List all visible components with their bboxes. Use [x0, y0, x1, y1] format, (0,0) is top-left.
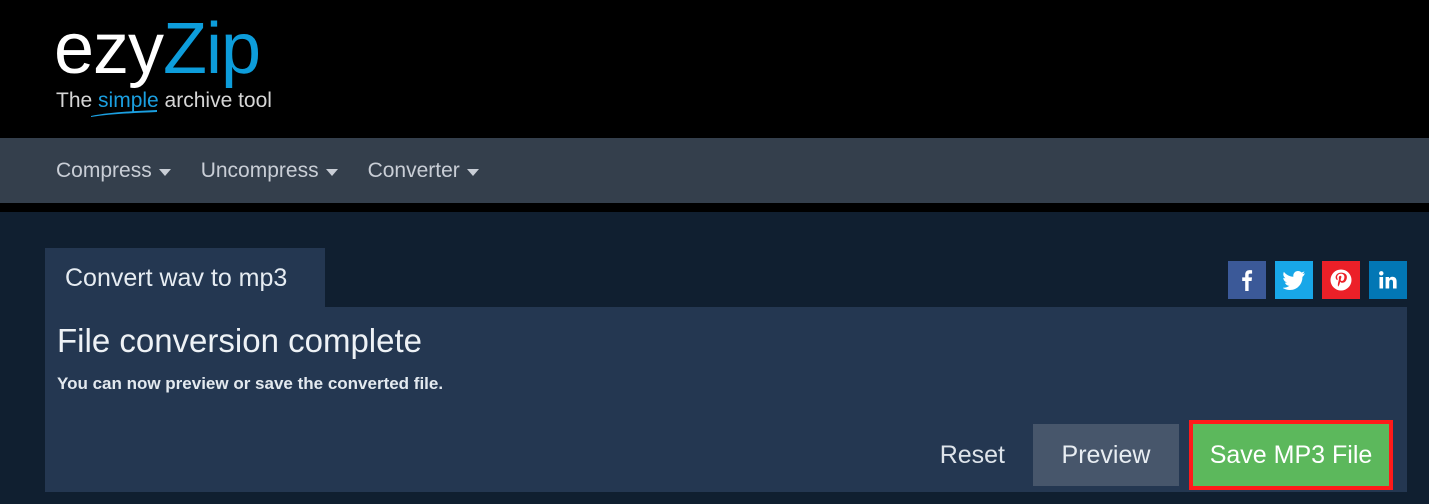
- conversion-tab[interactable]: Convert wav to mp3: [45, 248, 325, 308]
- nav-item-label: Uncompress: [200, 158, 319, 182]
- logo-text-primary: ezy: [54, 9, 164, 89]
- nav-item-uncompress[interactable]: Uncompress: [199, 155, 340, 187]
- nav-item-label: Converter: [367, 158, 460, 182]
- social-share-bar: [1228, 261, 1407, 299]
- twitter-icon: [1283, 270, 1305, 290]
- preview-button[interactable]: Preview: [1033, 424, 1179, 486]
- page-title: File conversion complete: [57, 322, 422, 359]
- navbar-divider: [0, 203, 1429, 212]
- pinterest-icon: [1330, 269, 1352, 291]
- tagline-underline-swoosh: [90, 110, 158, 117]
- nav-item-converter[interactable]: Converter: [366, 155, 481, 187]
- share-twitter-button[interactable]: [1275, 261, 1313, 299]
- tagline-highlight: simple: [98, 89, 159, 112]
- linkedin-icon: [1379, 271, 1397, 289]
- tagline-before: The: [56, 89, 99, 112]
- main-navbar: Compress Uncompress Converter: [0, 138, 1429, 203]
- nav-item-label: Compress: [56, 158, 152, 182]
- save-button-highlight: Save MP3 File: [1189, 420, 1393, 490]
- nav-item-compress[interactable]: Compress: [54, 155, 173, 187]
- site-logo[interactable]: ezyZip: [54, 9, 261, 89]
- nav-item-list: Compress Uncompress Converter: [54, 138, 481, 203]
- chevron-down-icon: [158, 169, 171, 176]
- chevron-down-icon: [325, 169, 338, 176]
- facebook-icon: [1242, 270, 1253, 291]
- action-button-group: Reset Preview Save MP3 File: [940, 420, 1393, 490]
- chevron-down-icon: [466, 169, 479, 176]
- tagline-after: archive tool: [158, 89, 272, 112]
- save-mp3-file-button[interactable]: Save MP3 File: [1193, 424, 1389, 486]
- share-linkedin-button[interactable]: [1369, 261, 1407, 299]
- site-header: ezyZip The simple archive tool: [0, 0, 1429, 136]
- panel-subtitle: You can now preview or save the converte…: [57, 374, 444, 393]
- site-tagline: The simple archive tool: [56, 88, 272, 114]
- logo-text-secondary: Zip: [163, 9, 261, 89]
- share-facebook-button[interactable]: [1228, 261, 1266, 299]
- conversion-tab-label: Convert wav to mp3: [65, 263, 288, 292]
- share-pinterest-button[interactable]: [1322, 261, 1360, 299]
- conversion-panel: File conversion complete You can now pre…: [45, 307, 1407, 492]
- reset-button[interactable]: Reset: [940, 441, 1033, 470]
